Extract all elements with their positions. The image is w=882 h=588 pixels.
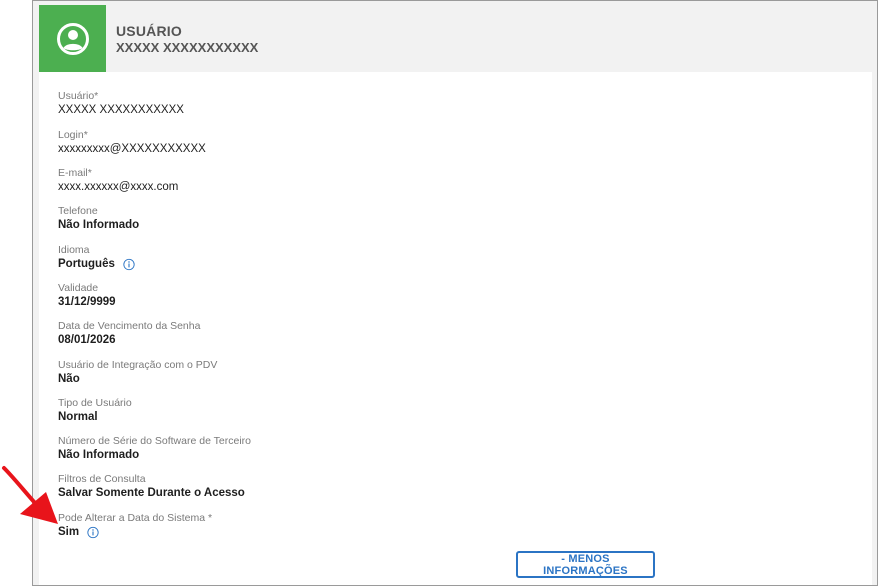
field-value: Normal [58,411,98,423]
field-value: xxxxxxxxx@XXXXXXXXXXX [58,143,206,155]
field-value-row: Sim [58,525,212,540]
field-integracao-pdv: Usuário de Integração com o PDV Não [58,359,217,387]
page-title: USUÁRIO [116,23,182,39]
field-label: Telefone [58,205,98,217]
field-label: Pode Alterar a Data do Sistema * [58,512,213,524]
field-value: Não Informado [58,449,140,461]
field-value: 08/01/2026 [58,334,116,346]
field-label: Tipo de Usuário [58,397,132,409]
field-value: Não [58,373,80,385]
field-usuario: Usuário* XXXXX XXXXXXXXXXX [58,90,184,118]
field-login: Login* xxxxxxxxx@XXXXXXXXXXX [58,129,206,157]
field-value: xxxx.xxxxxx@xxxx.com [58,181,179,193]
user-circle-icon [56,22,89,55]
field-telefone: Telefone Não Informado [58,205,139,233]
field-label: Filtros de Consulta [58,473,146,485]
field-label: Número de Série do Software de Terceiro [58,435,251,447]
field-label: E-mail* [58,167,92,179]
field-label: Login* [58,129,88,141]
card-body: Usuário* XXXXX XXXXXXXXXXX Login* xxxxxx… [39,72,872,585]
field-label: Validade [58,282,99,294]
less-info-button[interactable]: - MENOS INFORMAÇÕES [516,551,655,578]
field-vencimento-senha: Data de Vencimento da Senha 08/01/2026 [58,320,200,348]
user-name-subtitle: XXXXX XXXXXXXXXXX [116,40,259,55]
info-icon[interactable] [123,258,135,271]
user-card: USUÁRIO XXXXX XXXXXXXXXXX Usuário* XXXXX… [32,0,878,586]
field-label: Usuário de Integração com o PDV [58,359,218,371]
card-header: USUÁRIO XXXXX XXXXXXXXXXX [39,5,872,72]
info-icon[interactable] [87,526,99,539]
field-value: Não Informado [58,219,140,231]
field-label: Data de Vencimento da Senha [58,320,201,332]
field-serie-software: Número de Série do Software de Terceiro … [58,435,251,463]
red-arrow-annotation-icon [2,466,58,524]
field-alterar-data: Pode Alterar a Data do Sistema * Sim [58,512,212,540]
field-label: Idioma [58,244,90,256]
field-value: XXXXX XXXXXXXXXXX [58,104,184,116]
field-value: 31/12/9999 [58,296,116,308]
header-text: USUÁRIO XXXXX XXXXXXXXXXX [116,23,258,56]
field-filtros-consulta: Filtros de Consulta Salvar Somente Duran… [58,473,245,501]
field-value: Português [58,258,115,270]
field-email: E-mail* xxxx.xxxxxx@xxxx.com [58,167,178,195]
field-tipo-usuario: Tipo de Usuário Normal [58,397,132,425]
field-value: Salvar Somente Durante o Acesso [58,487,245,499]
field-idioma: Idioma Português [58,244,135,272]
header-icon-block [39,5,106,72]
page: USUÁRIO XXXXX XXXXXXXXXXX Usuário* XXXXX… [0,0,882,588]
field-label: Usuário* [58,90,99,102]
field-value-row: Português [58,257,135,272]
field-validade: Validade 31/12/9999 [58,282,116,310]
